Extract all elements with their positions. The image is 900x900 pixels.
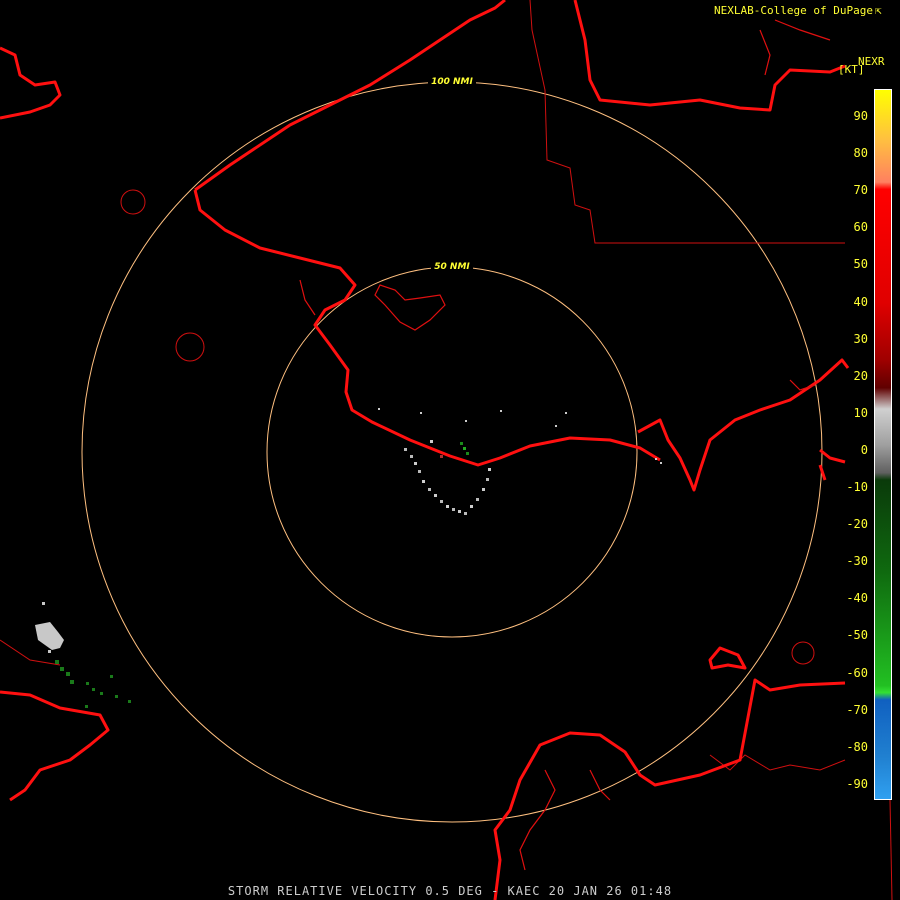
external-link-icon: ⇱ [874, 4, 882, 17]
velocity-echoes-center [378, 408, 662, 515]
radar-map: 100 NMI 50 NMI [0, 0, 893, 900]
ring-label-100: 100 NMI [431, 77, 473, 87]
credit-link[interactable]: NEXLAB-College of DuPage ⇱ [714, 4, 882, 17]
velocity-echoes-southwest [35, 602, 131, 708]
credit-text: NEXLAB-College of DuPage [714, 4, 873, 17]
product-description: STORM RELATIVE VELOCITY 0.5 DEG - KAEC 2… [227, 884, 673, 898]
coast-details [299, 19, 831, 871]
range-ring-100nmi [81, 81, 823, 823]
boundaries [0, 0, 893, 900]
radar-display: 100 NMI 50 NMI NEXLAB-College of DuPage … [0, 0, 900, 900]
ring-label-50: 50 NMI [434, 262, 470, 272]
units-label: [KT] [838, 63, 865, 76]
coastline [0, 0, 850, 900]
range-ring-50nmi [266, 266, 638, 638]
velocity-colorbar [874, 89, 892, 800]
